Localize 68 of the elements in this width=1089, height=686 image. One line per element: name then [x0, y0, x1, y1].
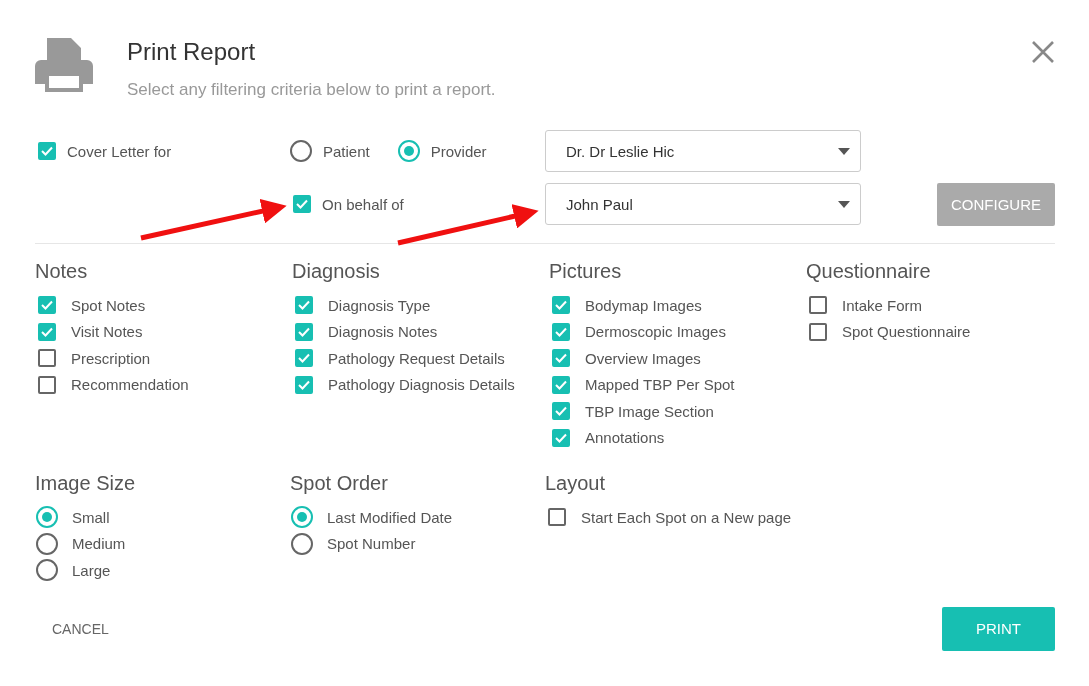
option-label: Spot Questionnaire	[842, 323, 971, 341]
option-label: Spot Notes	[71, 296, 146, 314]
checkbox[interactable]	[548, 508, 566, 527]
radio-button[interactable]	[36, 506, 58, 529]
section-heading: Image Size	[35, 472, 137, 495]
radio-button[interactable]	[291, 532, 313, 555]
checkbox[interactable]	[552, 296, 570, 315]
option-label: Visit Notes	[71, 323, 143, 341]
printer-icon	[35, 38, 93, 92]
checkbox[interactable]	[552, 428, 570, 447]
section-heading: Spot Order	[290, 472, 389, 495]
option-label: Intake Form	[842, 296, 923, 314]
dropdown-caret-icon	[838, 147, 850, 155]
dialog-title: Print Report	[127, 38, 257, 66]
option-label: Prescription	[71, 349, 151, 367]
checkbox[interactable]	[38, 349, 56, 368]
option-label: Annotations	[585, 429, 665, 447]
option-label: Large	[72, 561, 111, 579]
option-label: Cover Letter for	[67, 142, 172, 160]
checkbox[interactable]	[552, 349, 570, 368]
close-button[interactable]	[1031, 40, 1055, 64]
option-label: Overview Images	[585, 349, 701, 367]
option-label: TBP Image Section	[585, 402, 714, 420]
checkbox[interactable]	[38, 322, 56, 341]
checkbox[interactable]	[293, 195, 311, 213]
radio-button[interactable]	[291, 506, 313, 529]
option-label: Diagnosis Type	[328, 296, 431, 314]
option-label: Mapped TBP Per Spot	[585, 376, 735, 394]
behalf-select[interactable]: John Paul	[545, 183, 861, 225]
option-label: Provider	[430, 142, 487, 160]
option-label: Spot Number	[327, 535, 416, 553]
dialog-subtitle: Select any filtering criteria below to print a report.	[127, 80, 497, 100]
radio-button[interactable]	[36, 559, 58, 582]
checkbox[interactable]	[38, 296, 56, 315]
section-heading: Pictures	[549, 260, 623, 283]
option-label: Diagnosis Notes	[328, 323, 438, 341]
checkbox[interactable]	[295, 322, 313, 341]
option-label: Start Each Spot on a New page	[581, 508, 792, 526]
option-label: Pathology Diagnosis Details	[328, 376, 515, 394]
checkbox[interactable]	[552, 402, 570, 421]
checkbox[interactable]	[552, 322, 570, 341]
option-label: Patient	[323, 142, 370, 160]
section-heading: Notes	[35, 260, 89, 283]
option-label: Last Modified Date	[327, 508, 453, 526]
checkbox[interactable]	[295, 375, 313, 394]
checkbox[interactable]	[295, 349, 313, 368]
radio-button[interactable]	[290, 140, 312, 162]
option-label: Medium	[72, 535, 126, 553]
option-label: Small	[72, 508, 110, 526]
option-label: Bodymap Images	[585, 296, 702, 314]
checkbox[interactable]	[38, 142, 56, 160]
checkbox[interactable]	[809, 322, 827, 341]
section-heading: Questionnaire	[806, 260, 932, 283]
cancel-button[interactable]: CANCEL	[35, 608, 126, 649]
provider-select[interactable]: Dr. Dr Leslie Hic	[545, 130, 861, 172]
section-heading: Diagnosis	[292, 260, 381, 283]
section-heading: Layout	[545, 472, 607, 495]
option-label: Dermoscopic Images	[585, 323, 726, 341]
radio-button[interactable]	[397, 140, 420, 162]
option-label: Pathology Request Details	[328, 349, 505, 367]
dropdown-caret-icon	[838, 200, 850, 208]
checkbox[interactable]	[552, 375, 570, 394]
option-label: On behalf of	[322, 195, 404, 213]
checkbox[interactable]	[295, 296, 313, 315]
checkbox[interactable]	[38, 375, 56, 394]
option-label: Recommendation	[71, 376, 189, 394]
radio-button[interactable]	[36, 532, 58, 555]
checkbox[interactable]	[809, 296, 827, 315]
